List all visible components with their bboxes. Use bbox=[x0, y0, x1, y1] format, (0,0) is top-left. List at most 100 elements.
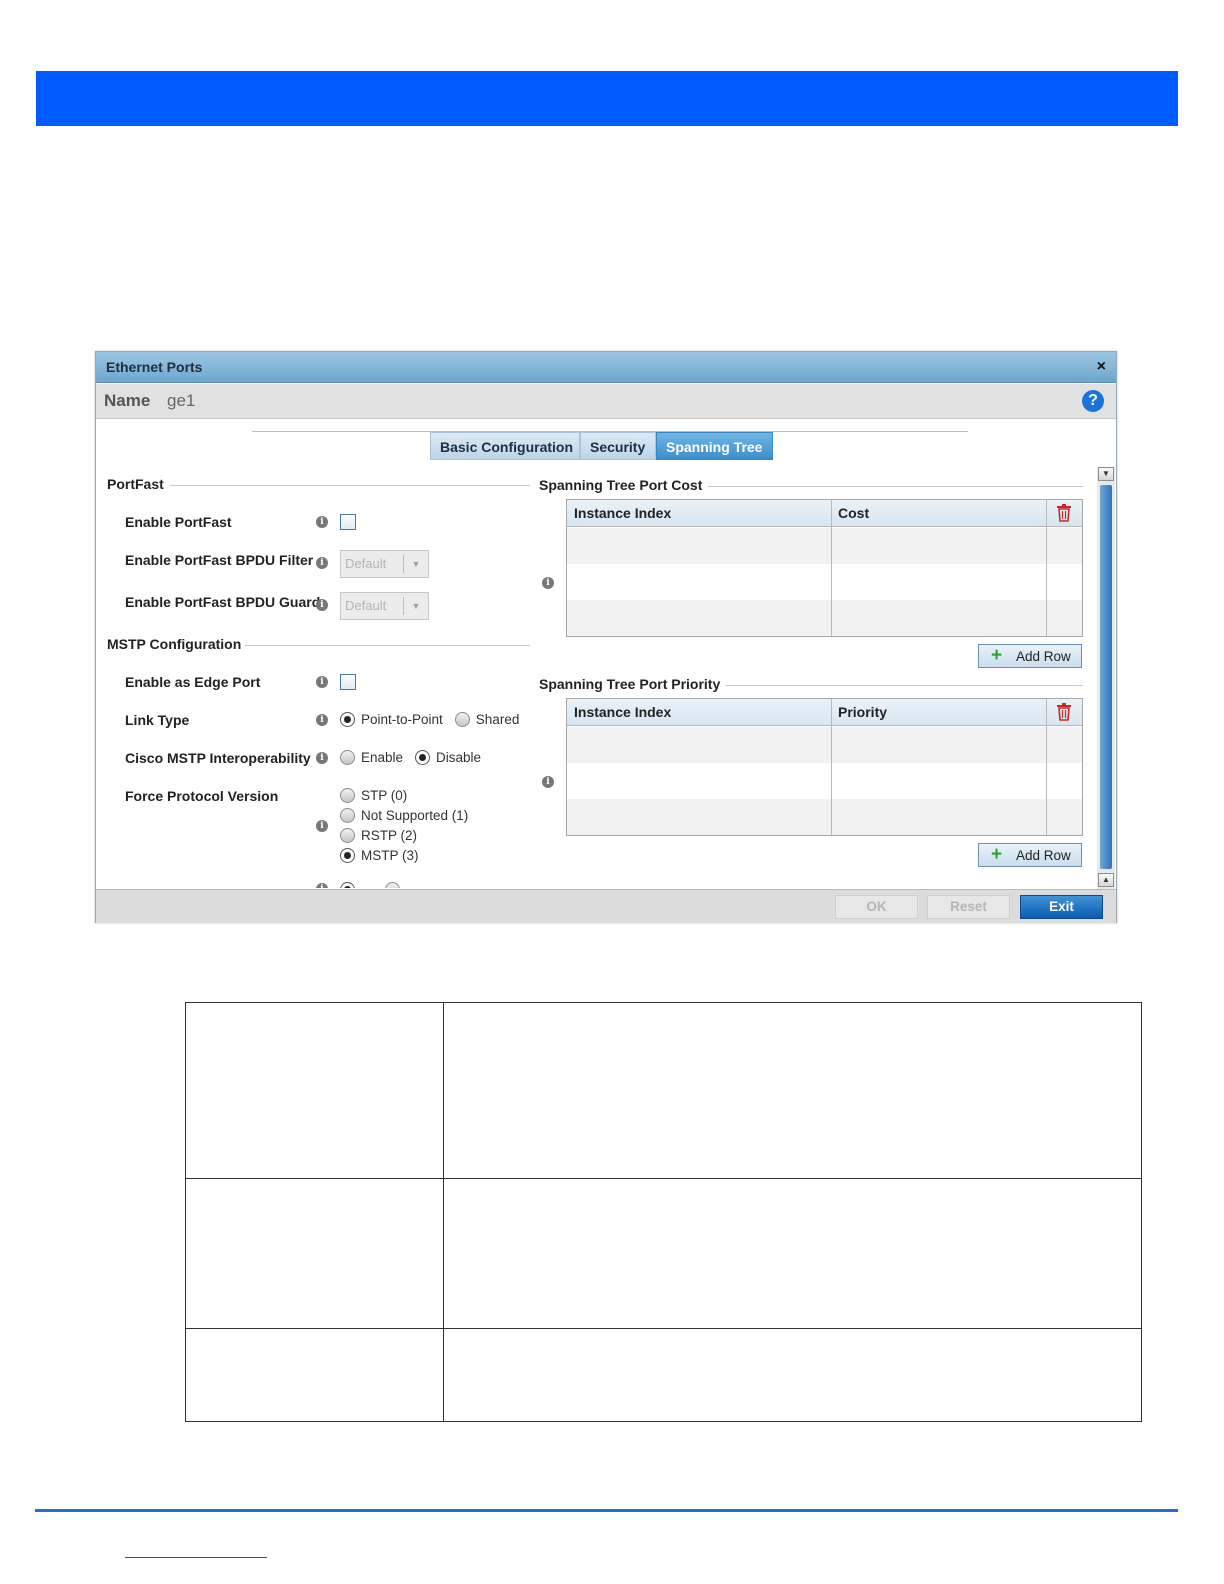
exit-button[interactable]: Exit bbox=[1020, 895, 1103, 919]
table-cell bbox=[185, 1328, 444, 1422]
edge-port-label: Enable as Edge Port bbox=[125, 674, 261, 690]
guard-radio-group bbox=[340, 882, 406, 888]
parameter-table bbox=[185, 1002, 1142, 1422]
tab-spanning-tree[interactable]: Spanning Tree bbox=[656, 432, 773, 460]
cisco-disable-radio[interactable] bbox=[415, 750, 431, 765]
radio-label: STP (0) bbox=[361, 788, 408, 803]
column-header-cost[interactable]: Cost bbox=[831, 500, 869, 527]
enable-portfast-label: Enable PortFast bbox=[125, 514, 232, 530]
name-label: Name bbox=[104, 391, 151, 410]
link-type-radio-group: Point-to-Point Shared bbox=[340, 712, 531, 727]
trash-icon[interactable] bbox=[1056, 504, 1072, 522]
priority-add-row-button[interactable]: + Add Row bbox=[978, 843, 1082, 867]
bpdu-guard-label: Enable PortFast BPDU Guard bbox=[125, 594, 321, 610]
radio-label: RSTP (2) bbox=[361, 828, 418, 843]
table-cell bbox=[443, 1002, 1142, 1179]
radio-label: MSTP (3) bbox=[361, 848, 419, 863]
port-cost-heading: Spanning Tree Port Cost bbox=[539, 477, 703, 493]
link-type-shared-radio[interactable] bbox=[454, 712, 470, 727]
bpdu-filter-select[interactable]: Default ▼ bbox=[340, 550, 429, 578]
edge-port-checkbox[interactable] bbox=[340, 674, 356, 690]
mstp-rule bbox=[245, 645, 530, 646]
plus-icon: + bbox=[991, 844, 1003, 865]
footer-link-underline[interactable] bbox=[125, 1557, 267, 1558]
dialog-footer: OK Reset Exit bbox=[96, 889, 1116, 923]
force-protocol-mstp-option: MSTP (3) bbox=[340, 848, 419, 863]
chevron-down-icon[interactable]: ▼ bbox=[403, 555, 428, 573]
footer-rule bbox=[35, 1509, 1178, 1512]
enable-portfast-checkbox[interactable] bbox=[340, 514, 356, 530]
table-row bbox=[185, 1178, 1142, 1329]
guard-root-radio[interactable] bbox=[385, 882, 400, 888]
dialog-title: Ethernet Ports bbox=[106, 359, 203, 375]
table-cell bbox=[185, 1178, 444, 1329]
link-type-point-to-point-radio[interactable] bbox=[340, 712, 355, 727]
force-stp-radio[interactable] bbox=[340, 788, 355, 803]
info-icon[interactable]: i bbox=[316, 557, 328, 569]
ok-button[interactable]: OK bbox=[835, 895, 918, 919]
info-icon[interactable]: i bbox=[316, 752, 328, 764]
column-divider bbox=[831, 699, 832, 835]
close-icon[interactable]: × bbox=[1097, 358, 1106, 376]
column-header-instance-index[interactable]: Instance Index bbox=[567, 500, 671, 527]
force-protocol-not-supported-option: Not Supported (1) bbox=[340, 808, 468, 823]
guard-none-radio[interactable] bbox=[340, 882, 355, 888]
info-icon[interactable]: i bbox=[316, 599, 328, 611]
column-divider bbox=[831, 500, 832, 636]
add-row-label: Add Row bbox=[1016, 848, 1071, 863]
table-row[interactable] bbox=[567, 528, 1082, 564]
chevron-down-icon[interactable]: ▼ bbox=[403, 597, 428, 615]
force-mstp-radio[interactable] bbox=[340, 848, 355, 863]
radio-label: Not Supported (1) bbox=[361, 808, 469, 823]
scroll-up-icon[interactable]: ▲ bbox=[1098, 873, 1114, 887]
bpdu-guard-value: Default bbox=[345, 598, 387, 613]
scroll-down-icon[interactable]: ▼ bbox=[1098, 467, 1114, 481]
info-icon[interactable]: i bbox=[316, 820, 328, 832]
portfast-heading: PortFast bbox=[107, 476, 164, 492]
reset-button[interactable]: Reset bbox=[927, 895, 1010, 919]
spanning-tree-panel: PortFast Enable PortFast i Enable PortFa… bbox=[96, 464, 1097, 888]
column-header-priority[interactable]: Priority bbox=[831, 699, 887, 726]
cisco-enable-radio[interactable] bbox=[340, 750, 355, 765]
port-priority-table: Instance Index Priority bbox=[566, 698, 1083, 836]
port-priority-heading: Spanning Tree Port Priority bbox=[539, 676, 721, 692]
tab-basic-configuration[interactable]: Basic Configuration bbox=[430, 432, 580, 460]
table-row[interactable] bbox=[567, 727, 1082, 763]
scrollbar-thumb[interactable] bbox=[1100, 485, 1112, 869]
table-row[interactable] bbox=[567, 799, 1082, 835]
trash-icon[interactable] bbox=[1056, 703, 1072, 721]
info-icon[interactable]: i bbox=[316, 676, 328, 688]
column-divider bbox=[1046, 500, 1047, 636]
table-row[interactable] bbox=[567, 600, 1082, 636]
port-cost-table: Instance Index Cost bbox=[566, 499, 1083, 637]
info-icon[interactable]: i bbox=[542, 776, 554, 788]
tab-security[interactable]: Security bbox=[580, 432, 656, 460]
info-icon[interactable]: i bbox=[316, 883, 328, 888]
radio-label: Shared bbox=[475, 712, 520, 727]
portfast-rule bbox=[170, 485, 530, 486]
plus-icon: + bbox=[991, 645, 1003, 666]
cost-add-row-button[interactable]: + Add Row bbox=[978, 644, 1082, 668]
table-row bbox=[185, 1002, 1142, 1179]
table-cell bbox=[443, 1178, 1142, 1329]
radio-label: Point-to-Point bbox=[361, 712, 443, 727]
column-header-instance-index[interactable]: Instance Index bbox=[567, 699, 671, 726]
radio-label: Disable bbox=[436, 750, 482, 765]
cisco-mstp-radio-group: Enable Disable bbox=[340, 750, 493, 765]
bpdu-guard-select[interactable]: Default ▼ bbox=[340, 592, 429, 620]
table-row bbox=[185, 1328, 1142, 1422]
cisco-mstp-label: Cisco MSTP Interoperability bbox=[125, 750, 311, 766]
force-not-supported-radio[interactable] bbox=[340, 808, 355, 823]
force-rstp-radio[interactable] bbox=[340, 828, 355, 843]
info-icon[interactable]: i bbox=[316, 714, 328, 726]
top-banner bbox=[36, 71, 1178, 126]
info-icon[interactable]: i bbox=[316, 516, 328, 528]
table-cell bbox=[185, 1002, 444, 1179]
column-divider bbox=[1046, 699, 1047, 835]
info-icon[interactable]: i bbox=[542, 577, 554, 589]
table-cell bbox=[443, 1328, 1142, 1422]
help-icon[interactable]: ? bbox=[1082, 390, 1104, 412]
vertical-scrollbar[interactable]: ▼ ▲ bbox=[1097, 467, 1115, 889]
bpdu-filter-label: Enable PortFast BPDU Filter bbox=[125, 552, 314, 568]
force-protocol-rstp-option: RSTP (2) bbox=[340, 828, 417, 843]
